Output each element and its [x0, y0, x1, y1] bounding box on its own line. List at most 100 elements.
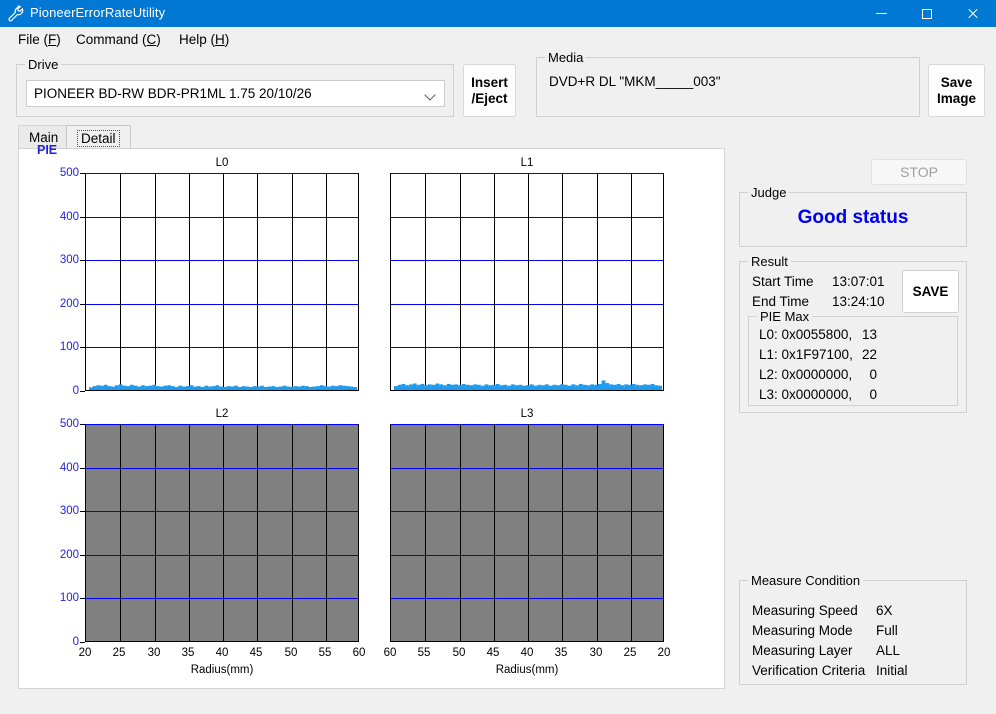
plot-area-l3: [390, 424, 664, 642]
insert-eject-button[interactable]: Insert /Eject: [463, 64, 516, 117]
x-axis-tick-label: 60: [375, 647, 405, 659]
measuring-speed-label: Measuring Speed: [752, 603, 858, 618]
media-group-label: Media: [545, 50, 586, 65]
x-axis-tick-label: 45: [241, 647, 271, 659]
media-group: Media DVD+R DL "MKM_____003": [536, 57, 920, 117]
stop-button[interactable]: STOP: [871, 159, 967, 185]
pie-max-row-l0: L0: 0x0055800,: [759, 327, 852, 342]
save-button[interactable]: SAVE: [902, 270, 959, 313]
minimize-button[interactable]: [858, 0, 904, 27]
save-image-line2: Image: [937, 91, 976, 107]
x-axis-tick-label: 35: [173, 647, 203, 659]
pie-max-value-l0: 13: [859, 327, 877, 342]
measuring-mode-value: Full: [876, 623, 898, 638]
y-axis-tick-mark: [80, 555, 85, 556]
drive-group-label: Drive: [25, 57, 61, 72]
judge-status: Good status: [740, 207, 966, 229]
judge-group-label: Judge: [748, 185, 789, 200]
maximize-icon: [922, 9, 932, 19]
chart-l0: L00100200300400500PIE: [85, 157, 359, 435]
chart-l3: L3605550454035302520Radius(mm): [390, 408, 664, 686]
x-axis-tick-label: 30: [139, 647, 169, 659]
verification-criteria-value: Initial: [876, 663, 908, 678]
plot-area-l0: [85, 173, 359, 391]
maximize-button[interactable]: [904, 0, 950, 27]
plot-area-l1: [390, 173, 664, 391]
result-group-label: Result: [748, 254, 791, 269]
pie-max-row-l1: L1: 0x1F97100,: [759, 347, 853, 362]
y-axis-tick-label: 0: [39, 385, 79, 397]
x-axis-tick-label: 45: [478, 647, 508, 659]
close-button[interactable]: [950, 0, 996, 27]
close-icon: [967, 8, 979, 20]
y-axis-tick-label: 300: [39, 505, 79, 517]
x-axis-tick-label: 50: [276, 647, 306, 659]
end-time-value: 13:24:10: [832, 294, 885, 309]
x-axis-tick-label: 30: [581, 647, 611, 659]
insert-eject-line2: /Eject: [471, 91, 507, 107]
y-axis-tick-mark: [80, 391, 85, 392]
measure-condition-group: Measure Condition Measuring Speed 6X Mea…: [739, 580, 967, 685]
gridline-vertical: [460, 424, 461, 641]
y-axis-tick-label: 400: [39, 211, 79, 223]
x-axis-tick-label: 40: [207, 647, 237, 659]
save-image-line1: Save: [941, 75, 973, 91]
wrench-icon: [6, 4, 26, 24]
measuring-mode-label: Measuring Mode: [752, 623, 853, 638]
y-axis-tick-mark: [80, 173, 85, 174]
drive-group: Drive PIONEER BD-RW BDR-PR1ML 1.75 20/10…: [16, 64, 454, 117]
pie-max-group: PIE Max L0: 0x0055800, 13 L1: 0x1F97100,…: [748, 316, 958, 406]
measuring-layer-value: ALL: [876, 643, 900, 658]
x-axis-tick-label: 55: [310, 647, 340, 659]
chart-title-l2: L2: [85, 408, 359, 420]
y-axis-tick-mark: [80, 260, 85, 261]
end-time-label: End Time: [752, 294, 809, 309]
gridline-vertical: [425, 424, 426, 641]
save-image-button[interactable]: Save Image: [928, 64, 985, 117]
minimize-icon: [876, 13, 887, 14]
y-axis-tick-label: 200: [39, 549, 79, 561]
drive-select[interactable]: PIONEER BD-RW BDR-PR1ML 1.75 20/10/26: [26, 80, 445, 107]
measuring-speed-value: 6X: [876, 603, 893, 618]
x-axis-tick-label: 35: [546, 647, 576, 659]
y-axis-tick-mark: [80, 642, 85, 643]
menu-bar: File (F) Command (C) Help (H): [0, 27, 996, 52]
x-axis-title: Radius(mm): [85, 664, 359, 676]
chart-l1: L1: [390, 157, 664, 435]
y-axis-tick-label: 400: [39, 462, 79, 474]
menu-item-command[interactable]: Command (C): [71, 30, 166, 49]
y-axis-tick-mark: [80, 217, 85, 218]
menu-item-file[interactable]: File (F): [13, 30, 66, 49]
x-axis-tick-label: 25: [615, 647, 645, 659]
gridline-vertical: [597, 424, 598, 641]
drive-select-value: PIONEER BD-RW BDR-PR1ML 1.75 20/10/26: [34, 86, 312, 101]
menu-item-help[interactable]: Help (H): [174, 30, 234, 49]
title-bar: PioneerErrorRateUtility: [0, 0, 996, 27]
judge-group: Judge Good status: [739, 192, 967, 247]
chart-l2: L20100200300400500202530354045505560Radi…: [85, 408, 359, 686]
y-axis-tick-mark: [80, 598, 85, 599]
y-axis-tick-mark: [80, 511, 85, 512]
pie-max-row-l2: L2: 0x0000000,: [759, 367, 852, 382]
tab-detail[interactable]: Detail: [66, 125, 131, 150]
y-axis-tick-mark: [80, 304, 85, 305]
chart-title-l0: L0: [85, 157, 359, 169]
y-axis-tick-mark: [80, 468, 85, 469]
gridline-vertical: [155, 424, 156, 641]
gridline-vertical: [292, 424, 293, 641]
gridline-vertical: [120, 424, 121, 641]
y-axis-tick-label: 500: [39, 418, 79, 430]
pie-max-value-l1: 22: [859, 347, 877, 362]
gridline-vertical: [528, 424, 529, 641]
chart-title-l1: L1: [390, 157, 664, 169]
start-time-value: 13:07:01: [832, 274, 885, 289]
gridline-vertical: [326, 424, 327, 641]
pie-max-label: PIE Max: [757, 309, 812, 324]
y-axis-tick-label: 100: [39, 341, 79, 353]
pie-max-row-l3: L3: 0x0000000,: [759, 387, 852, 402]
verification-criteria-label: Verification Criteria: [752, 663, 865, 678]
media-value: DVD+R DL "MKM_____003": [549, 74, 721, 89]
plot-right-border: [663, 424, 664, 641]
y-axis-tick-label: 200: [39, 298, 79, 310]
application-window: PioneerErrorRateUtility File (F) Command…: [0, 0, 996, 714]
